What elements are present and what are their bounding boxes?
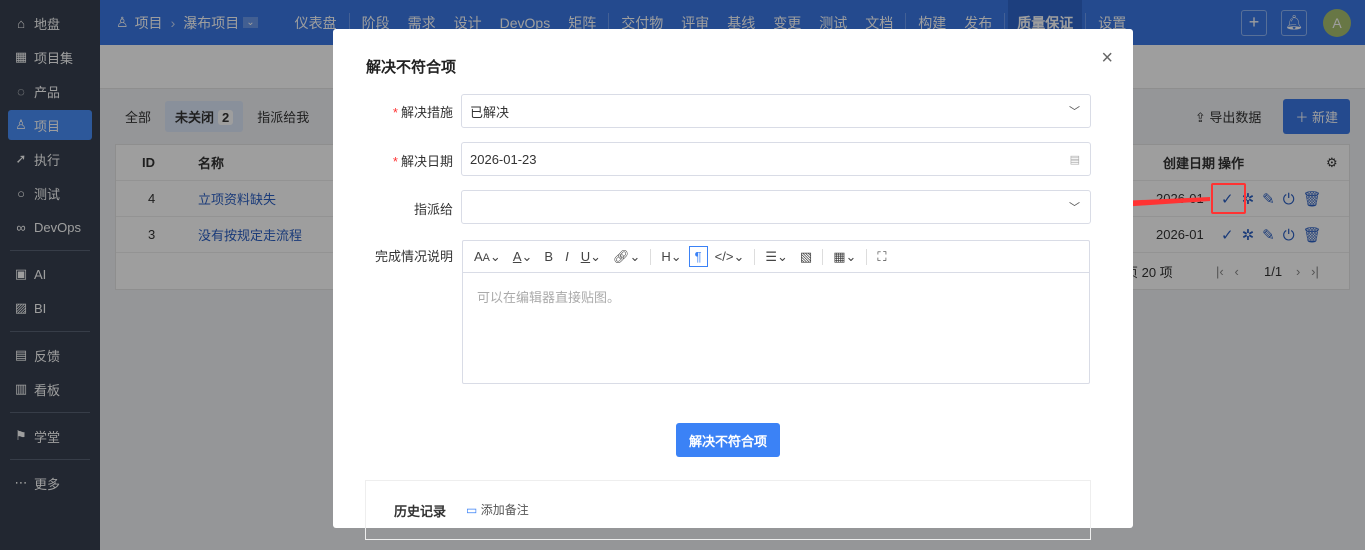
rich-editor: AA⌄ A⌄ B I U⌄ 🔗︎⌄ H⌄ ¶ </>⌄ ☰⌄ ▧ ▦⌄ ⛶ 可以… <box>462 240 1090 384</box>
resolution-select[interactable]: 已解决 ﹀ <box>461 94 1091 128</box>
notes-label: 完成情况说明 <box>374 249 453 264</box>
calendar-icon[interactable]: ▤ <box>1070 153 1080 166</box>
resolve-modal: 解决不符合项 × * 解决措施 已解决 ﹀ * 解决日期 2026-01-23 ▤ 指派… <box>333 29 1133 540</box>
list-icon[interactable]: ☰⌄ <box>760 247 793 267</box>
paragraph-icon[interactable]: ¶ <box>688 246 708 267</box>
table-icon[interactable]: ▦⌄ <box>828 247 861 267</box>
editor-toolbar: AA⌄ A⌄ B I U⌄ 🔗︎⌄ H⌄ ¶ </>⌄ ☰⌄ ▧ ▦⌄ ⛶ <box>463 241 1089 273</box>
history-panel: 历史记录 ▭ 添加备注 <box>365 480 1091 540</box>
add-note-button[interactable]: ▭ 添加备注 <box>466 501 529 519</box>
resolution-value: 已解决 <box>470 104 510 120</box>
heading-icon[interactable]: H⌄ <box>656 247 686 267</box>
chevron-down-icon: ﹀ <box>1069 106 1080 118</box>
chevron-down-icon: ﹀ <box>1069 202 1080 214</box>
code-icon[interactable]: </>⌄ <box>710 247 750 267</box>
history-title: 历史记录 <box>394 504 447 519</box>
assign-label: 指派给 <box>413 202 453 217</box>
date-label: 解决日期 <box>400 154 453 169</box>
comment-icon: ▭ <box>466 503 478 517</box>
date-value: 2026-01-23 <box>470 151 537 167</box>
highlight-box <box>1211 183 1246 214</box>
modal-title: 解决不符合项 <box>366 59 457 76</box>
underline-icon[interactable]: U⌄ <box>576 247 606 267</box>
resolution-label: 解决措施 <box>400 105 453 120</box>
fullscreen-icon[interactable]: ⛶ <box>872 247 891 267</box>
add-note-label: 添加备注 <box>480 503 529 517</box>
bold-icon[interactable]: B <box>539 247 558 266</box>
link-icon[interactable]: 🔗︎⌄ <box>608 247 645 267</box>
submit-button[interactable]: 解决不符合项 <box>676 423 780 457</box>
assign-select[interactable]: ﹀ <box>461 190 1091 224</box>
italic-icon[interactable]: I <box>560 247 574 266</box>
close-icon[interactable]: × <box>1101 47 1113 70</box>
notes-textarea[interactable]: 可以在编辑器直接贴图。 <box>463 273 1089 320</box>
date-input[interactable]: 2026-01-23 ▤ <box>461 142 1091 176</box>
font-color-icon[interactable]: A⌄ <box>508 247 538 267</box>
font-size-icon[interactable]: AA⌄ <box>469 247 506 267</box>
image-icon[interactable]: ▧ <box>795 247 817 267</box>
